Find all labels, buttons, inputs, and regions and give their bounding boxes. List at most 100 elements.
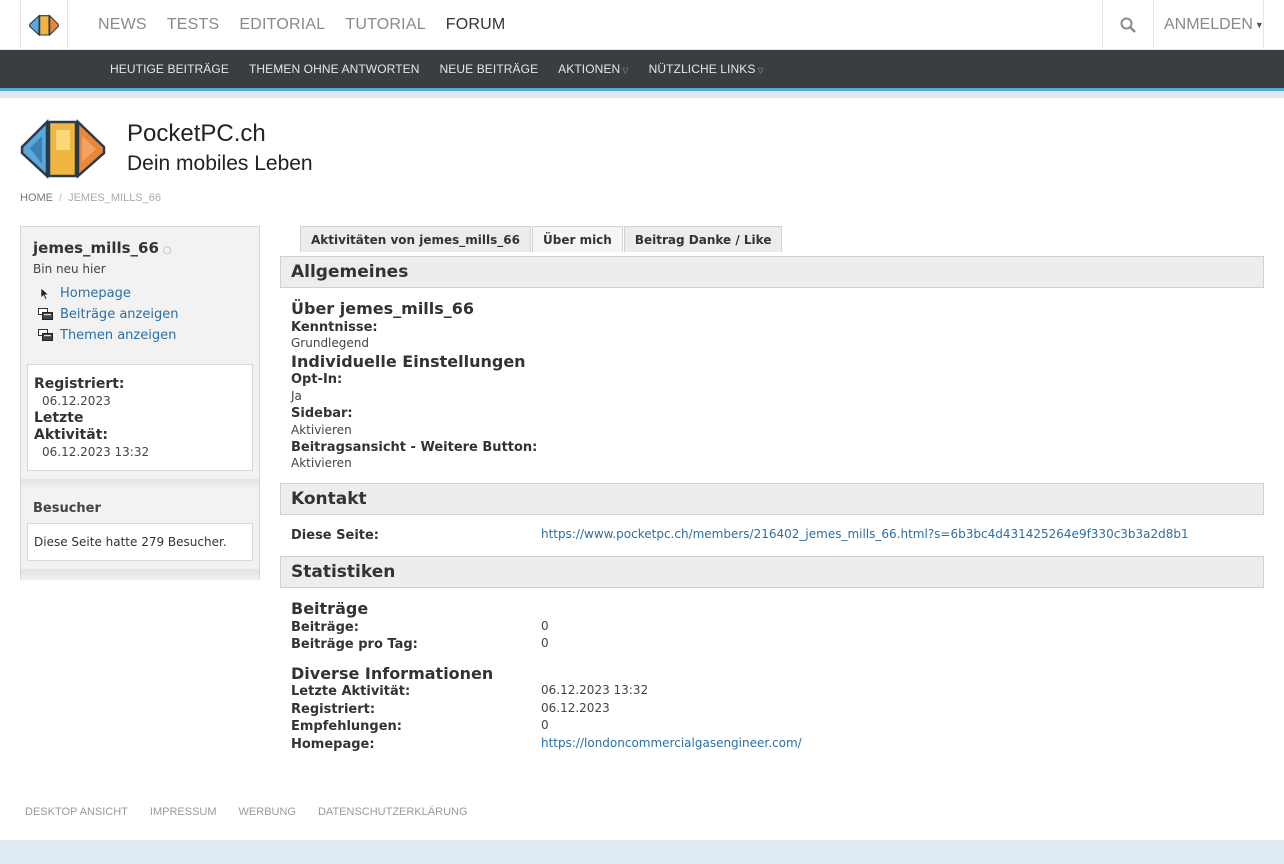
skills-label: Kenntnisse: (291, 320, 378, 335)
posts-heading: Beiträge (291, 599, 369, 618)
sub-navigation: HEUTIGE BEITRÄGE THEMEN OHNE ANTWORTEN N… (0, 50, 1284, 88)
main-menu: NEWS TESTS EDITORIAL TUTORIAL FORUM (98, 0, 525, 50)
show-threads-link[interactable]: Themen anzeigen (37, 325, 178, 346)
show-threads-link-label: Themen anzeigen (60, 328, 177, 343)
nav-tests[interactable]: TESTS (167, 16, 220, 34)
search-button[interactable] (1102, 0, 1154, 50)
section-general-title: Allgemeines (291, 262, 409, 282)
section-general-header: Allgemeines (280, 256, 1264, 288)
cursor-pointer-icon (37, 287, 53, 301)
profile-links: Homepage Beiträge anzeigen Themen anzeig… (37, 283, 178, 346)
about-heading: Über jemes_mills_66 (291, 299, 475, 318)
stats-homepage-label: Homepage: (291, 737, 375, 752)
last-activity-label-line2: Aktivität: (34, 427, 108, 443)
last-activity-value: 06.12.2023 13:32 (42, 445, 150, 459)
profile-username: jemes_mills_66 ○ (33, 239, 172, 257)
postview-label: Beitragsansicht - Weitere Button: (291, 440, 538, 455)
posts-label: Beiträge: (291, 620, 359, 635)
section-stats-title: Statistiken (291, 562, 396, 582)
footer-bar (0, 840, 1284, 864)
footer-desktop-view-link[interactable]: DESKTOP ANSICHT (25, 806, 128, 818)
section-stats-header: Statistiken (280, 556, 1264, 588)
footer-advertising-link[interactable]: WERBUNG (239, 806, 296, 818)
nav-editorial[interactable]: EDITORIAL (239, 16, 325, 34)
footer-imprint-link[interactable]: IMPRESSUM (150, 806, 217, 818)
settings-heading: Individuelle Einstellungen (291, 352, 526, 371)
section-contact-header: Kontakt (280, 483, 1264, 515)
stats-registered-value: 06.12.2023 (541, 701, 610, 715)
optin-value: Ja (291, 389, 302, 403)
show-posts-link[interactable]: Beiträge anzeigen (37, 304, 178, 325)
profile-tabs: Aktivitäten von jemes_mills_66 Über mich… (300, 226, 783, 252)
subnav-todays-posts[interactable]: HEUTIGE BEITRÄGE (110, 62, 229, 76)
footer-privacy-link[interactable]: DATENSCHUTZERKLÄRUNG (318, 806, 468, 818)
optin-label: Opt-In: (291, 372, 343, 387)
stats-last-activity-value: 06.12.2023 13:32 (541, 683, 649, 697)
breadcrumb-current: JEMES_MILLS_66 (68, 192, 161, 204)
subnav-useful-links-label: NÜTZLICHE LINKS (648, 62, 756, 76)
site-tagline: Dein mobiles Leben (127, 152, 313, 175)
referrals-value: 0 (541, 718, 549, 732)
subnav-useful-links[interactable]: NÜTZLICHE LINKS ▽ (649, 62, 764, 76)
tab-about-me[interactable]: Über mich (532, 226, 623, 252)
visitors-title: Besucher (33, 501, 101, 516)
this-page-label: Diese Seite: (291, 528, 380, 543)
breadcrumb-separator: / (59, 192, 63, 204)
footer-links: DESKTOP ANSICHT IMPRESSUM WERBUNG DATENS… (25, 806, 490, 818)
profile-user-title: Bin neu hier (33, 262, 106, 276)
homepage-link-label: Homepage (60, 286, 131, 301)
posts-value: 0 (541, 619, 549, 633)
skills-value: Grundlegend (291, 336, 369, 350)
tab-thanks-like[interactable]: Beitrag Danke / Like (623, 226, 783, 252)
show-posts-link-label: Beiträge anzeigen (60, 307, 179, 322)
subnav-actions-label: AKTIONEN (558, 62, 621, 76)
pocketpc-brand-logo-icon (20, 118, 106, 179)
visitors-box: Diese Seite hatte 279 Besucher. (27, 523, 253, 561)
last-activity-label-line1: Letzte (34, 410, 84, 426)
sidebar-setting-value: Aktivieren (291, 423, 352, 437)
visitors-text: Diese Seite hatte 279 Besucher. (34, 535, 227, 549)
stats-last-activity-label: Letzte Aktivität: (291, 684, 411, 699)
nav-forum[interactable]: FORUM (446, 16, 506, 34)
referrals-label: Empfehlungen: (291, 719, 403, 734)
forum-posts-icon (37, 308, 53, 322)
registered-label: Registriert: (34, 376, 125, 392)
chevron-down-icon: ▽ (622, 66, 629, 75)
registered-value: 06.12.2023 (42, 394, 111, 408)
chevron-down-icon: ▽ (757, 66, 764, 75)
pocketpc-logo-icon (29, 14, 59, 36)
tab-activities[interactable]: Aktivitäten von jemes_mills_66 (300, 226, 531, 252)
subnav-unanswered-threads[interactable]: THEMEN OHNE ANTWORTEN (249, 62, 420, 76)
nav-news[interactable]: NEWS (98, 16, 147, 34)
subnav-actions[interactable]: AKTIONEN ▽ (558, 62, 628, 76)
postview-value: Aktivieren (291, 456, 352, 470)
this-page-url-link[interactable]: https://www.pocketpc.ch/members/216402_j… (541, 527, 1189, 541)
login-button[interactable]: ANMELDEN ▼ (1164, 0, 1264, 50)
profile-username-text: jemes_mills_66 (33, 239, 159, 257)
breadcrumb-home[interactable]: HOME (20, 192, 53, 204)
login-label: ANMELDEN (1164, 16, 1253, 33)
posts-per-day-value: 0 (541, 636, 549, 650)
posts-per-day-label: Beiträge pro Tag: (291, 637, 418, 652)
profile-info-box: Registriert: 06.12.2023 Letzte Aktivität… (27, 364, 253, 471)
stats-homepage-link[interactable]: https://londoncommercialgasengineer.com/ (541, 736, 802, 750)
profile-sidebar: jemes_mills_66 ○ Bin neu hier Homepage Be… (20, 226, 260, 580)
divider (21, 479, 259, 490)
site-name: PocketPC.ch (127, 120, 266, 147)
breadcrumb: HOME / JEMES_MILLS_66 (20, 192, 161, 204)
nav-tutorial[interactable]: TUTORIAL (345, 16, 425, 34)
stats-registered-label: Registriert: (291, 702, 376, 717)
misc-heading: Diverse Informationen (291, 664, 494, 683)
search-icon (1120, 17, 1136, 33)
divider (21, 569, 259, 580)
sidebar-setting-label: Sidebar: (291, 406, 353, 421)
forum-threads-icon (37, 329, 53, 343)
homepage-link[interactable]: Homepage (37, 283, 178, 304)
top-navigation: NEWS TESTS EDITORIAL TUTORIAL FORUM ANME… (0, 0, 1284, 50)
section-contact-title: Kontakt (291, 489, 367, 509)
accent-divider (0, 88, 1284, 98)
offline-status-icon: ○ (162, 245, 172, 256)
subnav-new-posts[interactable]: NEUE BEITRÄGE (440, 62, 539, 76)
site-logo[interactable]: PocketPC.ch Dein mobiles Leben (20, 118, 340, 182)
home-logo-button[interactable] (20, 0, 68, 50)
